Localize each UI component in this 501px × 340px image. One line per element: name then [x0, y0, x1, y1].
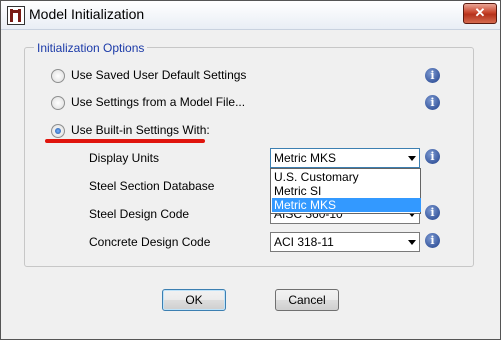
dropdown-option-us-customary[interactable]: U.S. Customary: [272, 170, 421, 184]
display-units-value: Metric MKS: [274, 151, 337, 165]
ok-button[interactable]: OK: [162, 289, 226, 311]
concrete-design-code-select[interactable]: ACI 318-11: [270, 232, 420, 252]
display-units-dropdown-list: U.S. Customary Metric SI Metric MKS: [270, 168, 421, 214]
radio-label: Use Settings from a Model File...: [71, 95, 246, 109]
radio-button[interactable]: [51, 96, 65, 110]
app-icon: [7, 6, 25, 25]
title-bar: Model Initialization ✕: [1, 1, 500, 30]
radio-label: Use Saved User Default Settings: [71, 68, 247, 82]
red-annotation-underline: [45, 139, 205, 143]
chevron-down-icon[interactable]: [408, 156, 416, 161]
radio-label: Use Built-in Settings With:: [71, 123, 210, 137]
info-icon[interactable]: i: [425, 95, 440, 110]
concrete-design-code-value: ACI 318-11: [274, 235, 334, 249]
steel-design-code-label: Steel Design Code: [89, 207, 190, 221]
display-units-select[interactable]: Metric MKS: [270, 148, 420, 168]
dropdown-option-metric-si[interactable]: Metric SI: [272, 184, 421, 198]
window-title: Model Initialization: [29, 6, 145, 22]
group-title: Initialization Options: [34, 41, 148, 55]
steel-section-database-label: Steel Section Database: [89, 179, 215, 193]
concrete-design-code-label: Concrete Design Code: [89, 235, 211, 249]
dropdown-option-metric-mks[interactable]: Metric MKS: [272, 198, 421, 212]
info-icon[interactable]: i: [425, 233, 440, 248]
info-icon[interactable]: i: [425, 149, 440, 164]
info-icon[interactable]: i: [425, 68, 440, 83]
close-button[interactable]: ✕: [463, 3, 497, 24]
chevron-down-icon[interactable]: [408, 240, 416, 245]
radio-button[interactable]: [51, 69, 65, 83]
info-icon[interactable]: i: [425, 205, 440, 220]
cancel-button[interactable]: Cancel: [275, 289, 339, 311]
display-units-label: Display Units: [89, 151, 160, 165]
radio-button-selected[interactable]: [51, 124, 65, 138]
